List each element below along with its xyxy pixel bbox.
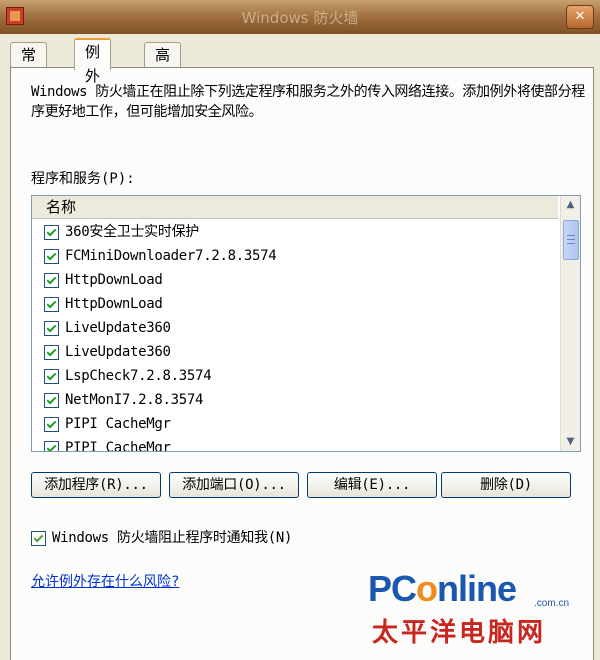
list-item-label: 360安全卫士实时保护 xyxy=(65,224,199,240)
list-item[interactable]: LiveUpdate360 xyxy=(44,340,171,364)
checkbox[interactable] xyxy=(44,416,59,432)
checkbox[interactable] xyxy=(44,440,59,451)
close-icon: ✕ xyxy=(574,9,586,24)
risk-help-link[interactable]: 允许例外存在什么风险? xyxy=(31,571,179,591)
tab-exceptions[interactable]: 例外 xyxy=(74,38,112,85)
programs-list[interactable]: 名称 360安全卫士实时保护 FCMiniDownloader7.2.8.357… xyxy=(31,195,581,452)
list-item-label: LiveUpdate360 xyxy=(65,344,171,360)
list-item[interactable]: HttpDownLoad xyxy=(44,292,163,316)
list-item[interactable]: NetMonI7.2.8.3574 xyxy=(44,388,204,412)
programs-label: 程序和服务(P): xyxy=(31,171,135,187)
tab-general[interactable]: 常规 xyxy=(10,42,48,88)
list-item-label: LiveUpdate360 xyxy=(65,320,171,336)
firewall-window: Windows 防火墙 ✕ 常规 例外 高级 Windows 防火墙正在阻止除下… xyxy=(0,0,600,660)
list-scrollbar[interactable]: ▲ ▼ xyxy=(560,196,580,451)
delete-button[interactable]: 删除(D) xyxy=(441,472,571,498)
checkbox[interactable] xyxy=(44,344,59,360)
list-item[interactable]: 360安全卫士实时保护 xyxy=(44,220,199,244)
title-bar[interactable]: Windows 防火墙 ✕ xyxy=(0,0,600,34)
column-header-name[interactable]: 名称 xyxy=(32,196,558,219)
list-item[interactable]: HttpDownLoad xyxy=(44,268,163,292)
scroll-thumb[interactable] xyxy=(563,220,579,260)
list-item-label: FCMiniDownloader7.2.8.3574 xyxy=(65,248,277,264)
checkbox[interactable] xyxy=(44,272,59,288)
close-button[interactable]: ✕ xyxy=(566,5,594,29)
checkbox[interactable] xyxy=(44,320,59,336)
checkbox[interactable] xyxy=(44,248,59,264)
description-text: Windows 防火墙正在阻止除下列选定程序和服务之外的传入网络连接。添加例外将… xyxy=(31,84,585,120)
tab-advanced[interactable]: 高级 xyxy=(144,42,182,88)
notify-option[interactable]: Windows 防火墙阻止程序时通知我(N) xyxy=(31,527,292,547)
scroll-up-arrow-icon[interactable]: ▲ xyxy=(561,196,580,214)
add-port-button[interactable]: 添加端口(O)... xyxy=(169,472,299,498)
add-program-button[interactable]: 添加程序(R)... xyxy=(31,472,161,498)
notify-label: Windows 防火墙阻止程序时通知我(N) xyxy=(52,530,293,546)
checkbox[interactable] xyxy=(44,296,59,312)
watermark-domain: .com.cn xyxy=(534,598,570,609)
pconline-watermark: PConline .com.cn 太平洋电脑网 xyxy=(368,568,600,660)
scroll-down-arrow-icon[interactable]: ▼ xyxy=(561,433,580,451)
checkbox[interactable] xyxy=(44,368,59,384)
list-item[interactable]: LspCheck7.2.8.3574 xyxy=(44,364,212,388)
list-item[interactable]: PIPI CacheMgr xyxy=(44,436,171,452)
watermark-site-name: 太平洋电脑网 xyxy=(372,618,547,648)
list-item-label: LspCheck7.2.8.3574 xyxy=(65,368,212,384)
notify-checkbox[interactable] xyxy=(31,530,46,546)
watermark-logo: PConline xyxy=(368,568,517,609)
window-title: Windows 防火墙 xyxy=(241,9,359,27)
list-item[interactable]: FCMiniDownloader7.2.8.3574 xyxy=(44,244,277,268)
list-item[interactable]: LiveUpdate360 xyxy=(44,316,171,340)
list-item-label: HttpDownLoad xyxy=(65,296,163,312)
list-item-label: PIPI CacheMgr xyxy=(65,440,171,452)
list-item[interactable]: PIPI CacheMgr xyxy=(44,412,171,436)
list-item-label: NetMonI7.2.8.3574 xyxy=(65,392,204,408)
list-item-label: HttpDownLoad xyxy=(65,272,163,288)
edit-button[interactable]: 编辑(E)... xyxy=(307,472,437,498)
checkbox[interactable] xyxy=(44,224,59,240)
checkbox[interactable] xyxy=(44,392,59,408)
list-item-label: PIPI CacheMgr xyxy=(65,416,171,432)
